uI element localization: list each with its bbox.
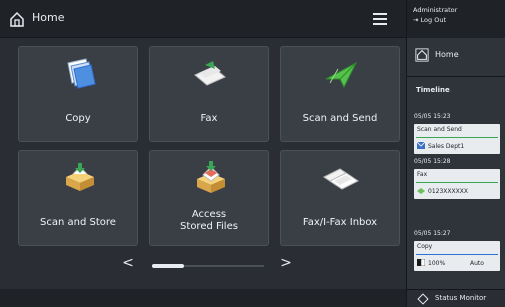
job-copy-mode: Auto (470, 260, 484, 267)
page-title: Home (32, 11, 65, 24)
access-stored-files-icon (197, 161, 225, 193)
access-stored-files-label-line1: Access (191, 209, 227, 220)
email-icon (417, 142, 425, 149)
job-status-bar (416, 137, 498, 138)
copy-tile[interactable]: Copy (18, 46, 138, 142)
timeline-job[interactable]: 05/05 15:28 Fax 0123XXXXXX (414, 157, 500, 199)
copy-icon (417, 259, 425, 266)
job-card: Copy 100% Auto (414, 241, 500, 271)
scan-and-store-tile[interactable]: Scan and Store (18, 150, 138, 246)
job-card: Scan and Send Sales Dept1 (414, 124, 500, 154)
scan-and-send-icon (325, 61, 358, 89)
scan-and-store-icon (66, 163, 94, 191)
job-card: Fax 0123XXXXXX (414, 169, 500, 199)
scan-and-store-label: Scan and Store (40, 217, 116, 228)
user-area: Administrator ⇥ Log Out (407, 0, 505, 38)
job-type: Copy (417, 243, 433, 250)
access-stored-files-tile[interactable]: Access Stored Files (149, 150, 269, 246)
menu-button[interactable] (369, 9, 391, 29)
job-status-bar (416, 182, 498, 183)
job-type: Fax (417, 171, 428, 178)
page-navigator: < > (120, 255, 300, 277)
next-page-button[interactable]: > (278, 255, 294, 271)
scan-and-send-tile[interactable]: Scan and Send (280, 46, 400, 142)
job-copy-ratio: 100% (428, 260, 446, 267)
logout-label: Log Out (420, 16, 446, 24)
fax-inbox-icon (323, 168, 359, 190)
job-type: Scan and Send (417, 126, 462, 133)
job-destination: Sales Dept1 (428, 143, 465, 150)
timeline-title: Timeline (416, 86, 450, 94)
fax-inbox-tile[interactable]: Fax/I-Fax Inbox (280, 150, 400, 246)
home-icon (415, 48, 429, 62)
fax-tile[interactable]: Fax (149, 46, 269, 142)
job-time: 05/05 15:23 (414, 113, 451, 120)
copy-label: Copy (65, 113, 91, 124)
fax-inbox-label: Fax/I-Fax Inbox (302, 217, 378, 228)
page-indicator (152, 264, 184, 268)
job-destination: 0123XXXXXX (428, 188, 468, 195)
copy-icon (67, 58, 96, 89)
divider (407, 76, 505, 77)
job-time: 05/05 15:27 (414, 230, 451, 237)
main-area: Home Copy Fax Scan and Send Scan and Sto… (0, 0, 406, 307)
access-stored-files-label-line2: Stored Files (180, 221, 238, 232)
job-time: 05/05 15:28 (414, 158, 451, 165)
top-bar: Home (0, 0, 406, 38)
side-home-label: Home (435, 50, 459, 59)
previous-page-button[interactable]: < (120, 255, 136, 271)
logout-button[interactable]: ⇥ Log Out (413, 16, 500, 25)
status-monitor-label: Status Monitor (435, 294, 487, 302)
scan-and-send-label: Scan and Send (302, 113, 378, 124)
fax-label: Fax (200, 113, 218, 124)
home-icon (10, 11, 24, 27)
status-monitor-icon (417, 293, 429, 305)
user-name: Administrator (413, 6, 458, 14)
side-home-button[interactable]: Home (407, 44, 505, 68)
side-panel: Administrator ⇥ Log Out Home Timeline 05… (406, 0, 505, 307)
fax-icon (417, 188, 425, 194)
job-status-bar (416, 254, 498, 255)
status-monitor-button[interactable]: Status Monitor (407, 289, 505, 307)
bottom-bar (0, 289, 406, 307)
logout-icon: ⇥ (413, 16, 419, 24)
timeline-job[interactable]: 05/05 15:27 Copy 100% Auto (414, 229, 500, 271)
timeline-job[interactable]: 05/05 15:23 Scan and Send Sales Dept1 (414, 112, 500, 154)
fax-icon (194, 61, 226, 86)
